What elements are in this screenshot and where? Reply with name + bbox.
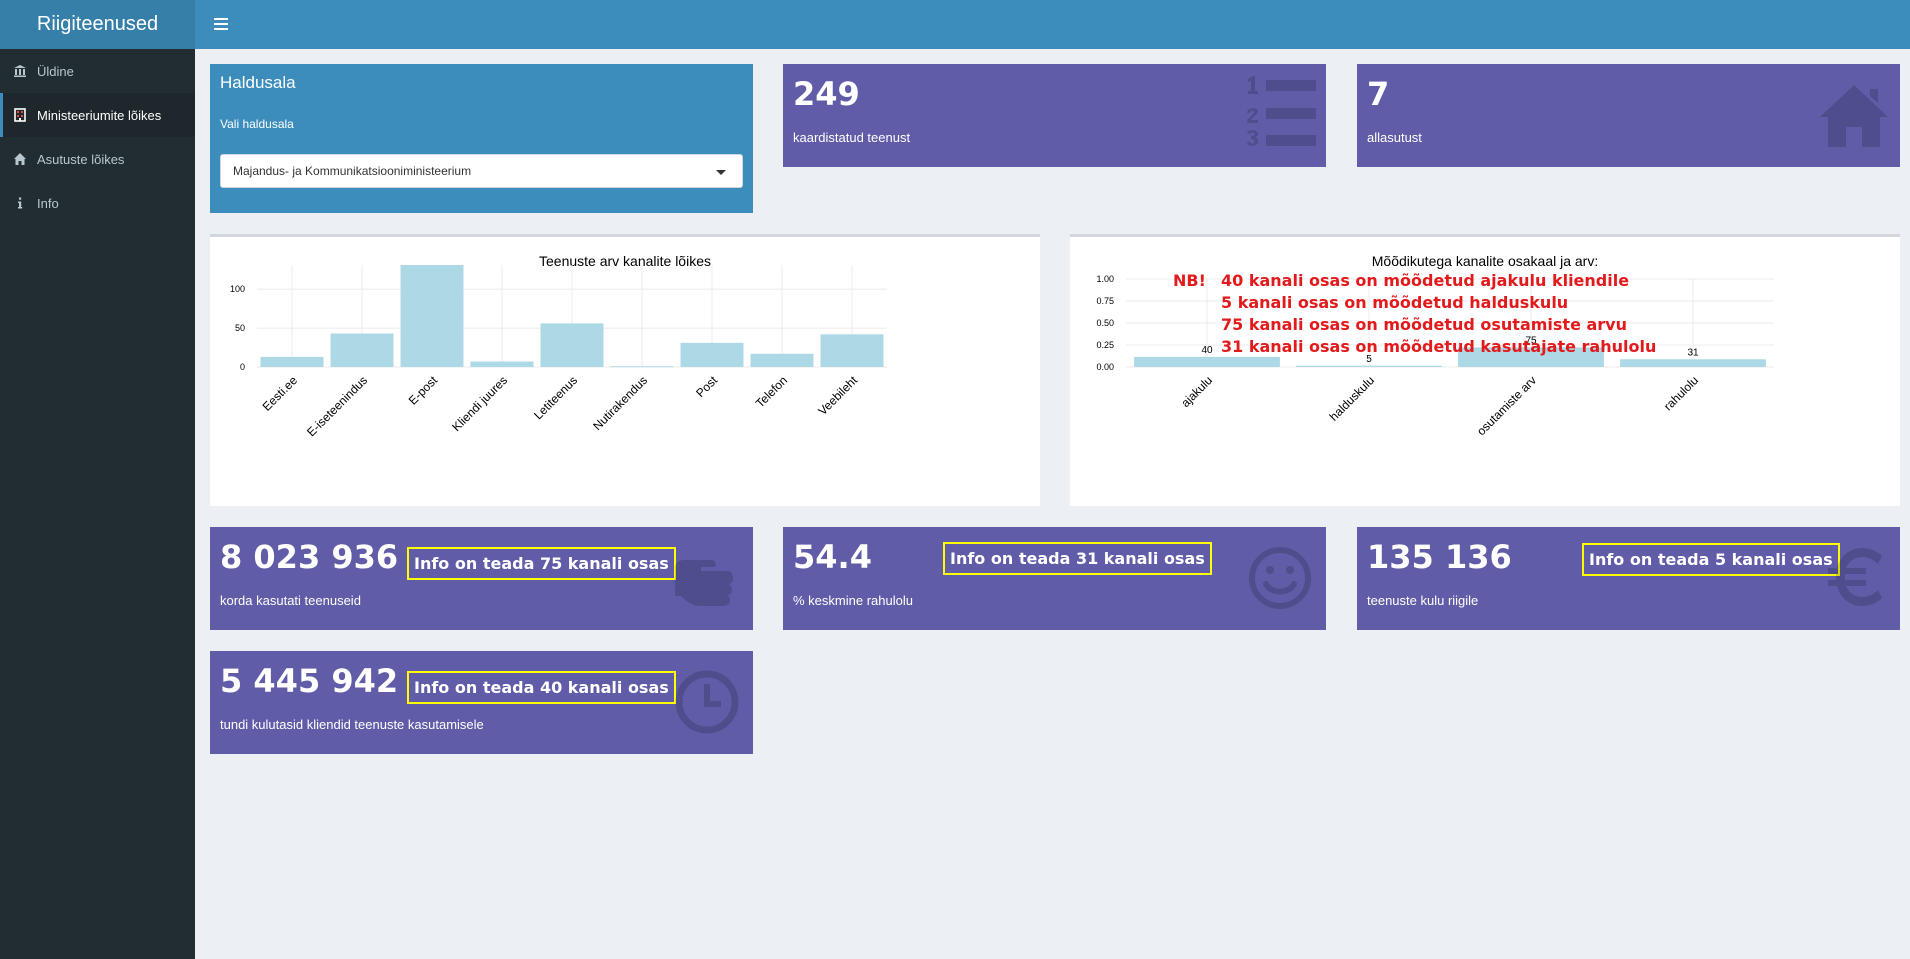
sidebar-item-asutused[interactable]: Asutuste lõikes — [0, 137, 195, 181]
x-tick-label: Kliendi juures — [449, 373, 510, 434]
bar — [260, 356, 324, 367]
haldusala-selected-value: Majandus- ja Kommunikatsiooniministeeriu… — [233, 164, 472, 178]
agencies-count: 7 — [1367, 75, 1390, 113]
usage-count: 8 023 936 — [220, 538, 399, 576]
ordered-list-icon — [1244, 75, 1316, 151]
clock-icon — [671, 662, 743, 738]
services-count: 249 — [793, 75, 860, 113]
sidebar-item-info[interactable]: Info — [0, 181, 195, 225]
sidebar-toggle-button[interactable] — [209, 12, 233, 36]
agencies-label: allasutust — [1367, 130, 1422, 145]
services-label: kaardistatud teenust — [793, 130, 911, 145]
usage-info-note: Info on teada 75 kanali osas — [407, 547, 676, 580]
app-logo[interactable]: Riigiteenused — [0, 0, 195, 49]
euro-icon — [1818, 538, 1890, 614]
nb-line: 31 kanali osas on mõõdetud kasutajate ra… — [1221, 337, 1657, 356]
agencies-value-box: 7 allasutust — [1357, 64, 1900, 167]
hours-count: 5 445 942 — [220, 662, 399, 700]
hamburger-icon — [214, 18, 228, 30]
y-tick-label: 0.50 — [1096, 318, 1114, 328]
sidebar-item-ministeeriumid[interactable]: Ministeeriumite lõikes — [0, 93, 195, 137]
chevron-down-icon — [716, 170, 726, 175]
y-tick-label: 50 — [235, 323, 245, 333]
cost-label: teenuste kulu riigile — [1367, 593, 1479, 608]
satisfaction-info-note: Info on teada 31 kanali osas — [943, 542, 1212, 575]
satisfaction-value: 54.4 — [793, 538, 872, 576]
bar — [400, 265, 464, 367]
channels-chart-box: Teenuste arv kanalite lõikes 0 50 100 Eesti… — [210, 234, 1040, 506]
x-tick-label: E-post — [406, 373, 441, 408]
sidebar-item-label: Üldine — [37, 63, 74, 79]
bar — [1620, 359, 1766, 367]
hours-value-box: 5 445 942 tundi kulutasid kliendid teenu… — [210, 651, 753, 754]
home-icon — [1818, 75, 1890, 151]
usage-value-box: 8 023 936 korda kasutati teenuseid Info … — [210, 527, 753, 630]
building-icon — [13, 108, 27, 122]
cost-value: 135 136 — [1367, 538, 1512, 576]
haldusala-title: Haldusala — [220, 73, 296, 92]
channels-bar-chart: 0 50 100 Eesti.ee E-iseteenindus E-post Kliend… — [230, 265, 887, 439]
hand-pointer-icon — [671, 538, 743, 614]
y-tick-label: 0 — [240, 362, 245, 372]
x-tick-label: Nutirakendus — [590, 373, 650, 433]
info-icon — [13, 196, 27, 210]
y-tick-label: 1.00 — [1096, 274, 1114, 284]
nb-line: 40 kanali osas on mõõdetud ajakulu klien… — [1221, 271, 1630, 290]
haldusala-box: Haldusala Vali haldusala Majandus- ja Ko… — [210, 64, 753, 213]
home-icon — [13, 152, 27, 166]
nb-annotation: NB! 40 kanali osas on mõõdetud ajakulu k… — [1173, 270, 1673, 360]
bar — [540, 323, 604, 367]
x-tick-label: Eesti.ee — [260, 373, 301, 414]
bank-icon — [13, 64, 27, 78]
bar — [1296, 365, 1442, 367]
sidebar-item-label: Asutuste lõikes — [37, 151, 125, 167]
smile-icon — [1244, 538, 1316, 614]
haldusala-select[interactable]: Majandus- ja Kommunikatsiooniministeeriu… — [220, 154, 743, 188]
bar — [610, 366, 674, 368]
y-tick-label: 0.75 — [1096, 296, 1114, 306]
bar — [680, 342, 744, 367]
metrics-chart-box: Mõõdikutega kanalite osakaal ja arv: 0.0… — [1070, 234, 1900, 506]
hours-info-note: Info on teada 40 kanali osas — [407, 671, 676, 704]
nb-line: 75 kanali osas on mõõdetud osutamiste ar… — [1221, 315, 1627, 334]
x-tick-label: Letiteenus — [531, 373, 580, 422]
bar — [330, 333, 394, 367]
sidebar-item-label: Ministeeriumite lõikes — [37, 107, 162, 123]
x-tick-label: E-iseteenindus — [304, 373, 370, 439]
x-tick-label: Post — [693, 373, 720, 400]
cost-info-note: Info on teada 5 kanali osas — [1582, 543, 1840, 576]
haldusala-select-label: Vali haldusala — [220, 117, 294, 131]
x-tick-label: halduskulu — [1327, 373, 1377, 423]
satisfaction-label: % keskmine rahulolu — [793, 593, 913, 608]
sidebar: Üldine Ministeeriumite lõikes Asutuste l… — [0, 49, 195, 959]
x-tick-label: Veebileht — [815, 373, 860, 418]
nb-line: 5 kanali osas on mõõdetud halduskulu — [1221, 293, 1569, 312]
x-tick-label: ajakulu — [1178, 373, 1215, 410]
bar — [820, 334, 884, 367]
y-tick-label: 0.00 — [1096, 362, 1114, 372]
bar — [750, 353, 814, 367]
bar — [470, 361, 534, 367]
nb-tag: NB! — [1173, 271, 1206, 290]
x-tick-label: osutamiste arv — [1474, 373, 1539, 438]
satisfaction-value-box: 54.4 % keskmine rahulolu Info on teada 3… — [783, 527, 1326, 630]
sidebar-item-label: Info — [37, 195, 59, 211]
sidebar-item-uldine[interactable]: Üldine — [0, 49, 195, 93]
x-tick-label: rahulolu — [1661, 373, 1701, 413]
hours-label: tundi kulutasid kliendid teenuste kasuta… — [220, 717, 484, 732]
cost-value-box: 135 136 teenuste kulu riigile Info on te… — [1357, 527, 1900, 630]
services-value-box: 249 kaardistatud teenust — [783, 64, 1326, 167]
app-title: Riigiteenused — [36, 13, 159, 35]
y-tick-label: 0.25 — [1096, 340, 1114, 350]
top-navbar — [195, 0, 1910, 49]
x-tick-label: Telefon — [753, 373, 790, 410]
data-label: 31 — [1687, 347, 1699, 358]
usage-label: korda kasutati teenuseid — [220, 593, 361, 608]
y-tick-label: 100 — [230, 284, 245, 294]
